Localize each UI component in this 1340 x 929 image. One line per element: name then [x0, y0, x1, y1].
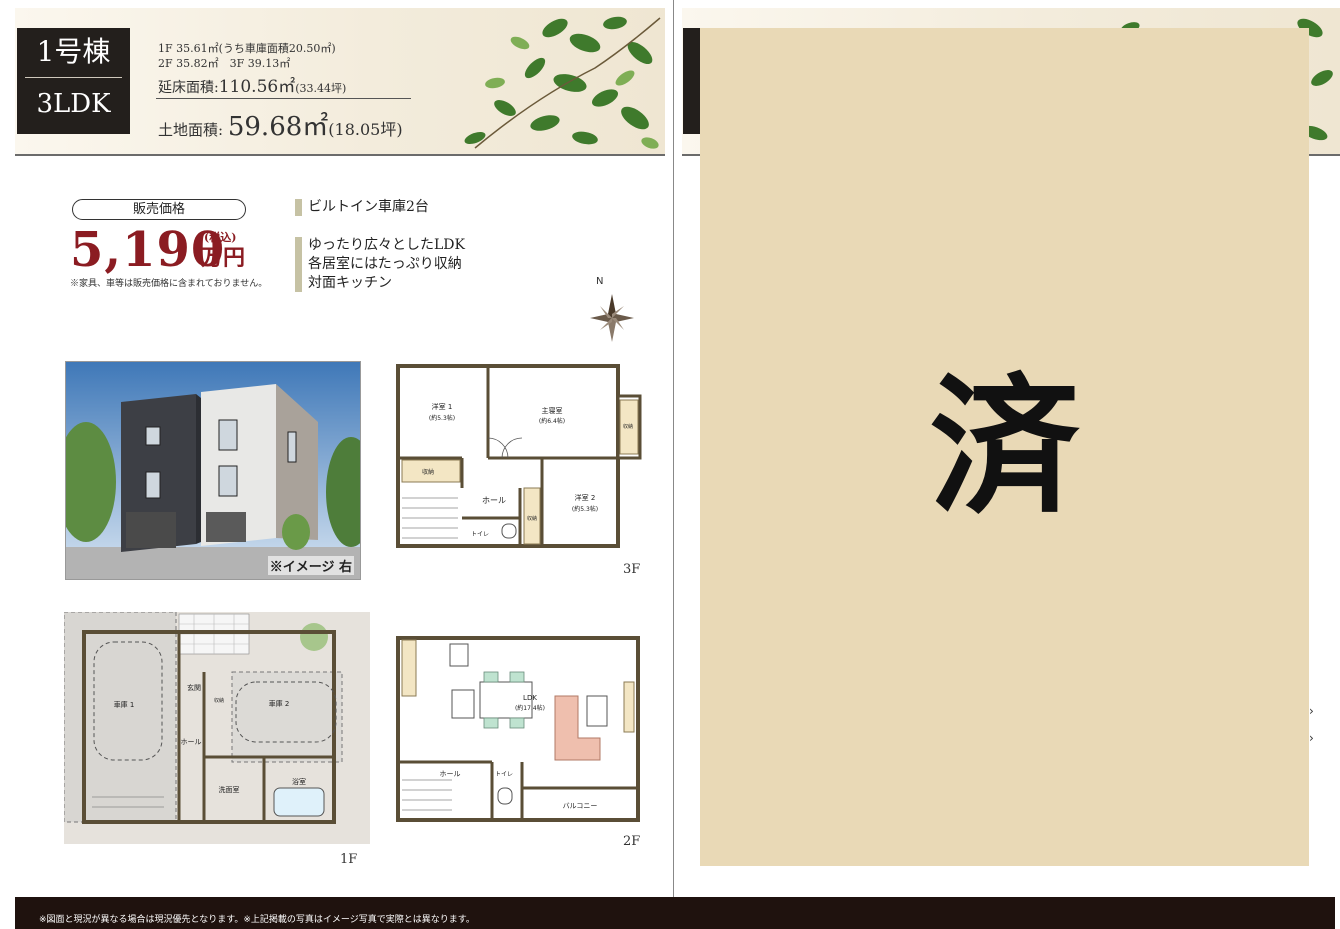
land-value: 59.68㎡ — [227, 112, 329, 142]
feature-garage: ビルトイン車庫2台 — [295, 198, 429, 217]
price-unit: 万円 — [201, 245, 246, 271]
feature-line-3: 対面キッチン — [308, 275, 392, 291]
land-tsubo: (18.05坪) — [328, 120, 403, 139]
room-3f-hall: ホール — [482, 496, 506, 505]
page-divider — [673, 0, 674, 900]
chevron-right-icon: › — [1309, 731, 1314, 745]
room-3f-toilet: トイレ — [471, 531, 489, 538]
room-1f-shoe: 収納 — [214, 697, 224, 704]
room-1f-garage2: 車庫 2 — [269, 699, 290, 708]
unit-badge: 1号棟 3LDK — [17, 28, 130, 134]
spec-divider — [156, 98, 411, 99]
room-3f-western2-size: (約5.3帖) — [572, 505, 598, 513]
chevron-right-icon: › — [1309, 704, 1314, 718]
floor-areas-line2: 2F 35.82㎡ 3F 39.13㎡ — [158, 57, 291, 70]
floor-plan-1f: 車庫 1 車庫 2 玄関 収納 ホール 洗面室 浴室 — [64, 612, 370, 844]
room-2f-hall: ホール — [440, 770, 461, 778]
floor-label-1f: 1F — [340, 852, 358, 867]
room-2f-toilet: トイレ — [495, 771, 513, 778]
floor-label-3f: 3F — [623, 562, 641, 577]
room-1f-bath: 浴室 — [292, 777, 306, 786]
room-3f-closet2: 収納 — [527, 515, 537, 522]
room-3f-master-size: (約6.4帖) — [539, 417, 565, 425]
left-page: 1号棟 3LDK 1F 35.61㎡(うち車庫面積20.50㎡) 2F 35.8… — [0, 0, 670, 929]
room-3f-western1: 洋室 1 — [432, 402, 453, 411]
footer-note: ※図面と現況が異なる場合は現況優先となります。※上記掲載の写真はイメージ写真で実… — [39, 915, 475, 925]
floor-plan-2f: LDK (約17.4帖) ホール トイレ バルコニー — [396, 636, 640, 822]
floor-plan-3f: 洋室 1 (約5.3帖) 主寝室 (約6.4帖) 収納 収納 収納 ホール 洋室… — [396, 364, 642, 548]
price-note: ※家具、車等は販売価格に含まれておりません。 — [70, 279, 268, 289]
floor-areas-line1: 1F 35.61㎡(うち車庫面積20.50㎡) — [158, 42, 336, 55]
exterior-photo: ※イメージ 右 — [65, 361, 361, 580]
feature-line-1: ゆったり広々としたLDK — [308, 237, 465, 253]
total-floor-area: 延床面積:110.56㎡(33.44坪) — [158, 72, 346, 97]
photo-caption: ※イメージ 右 — [267, 556, 354, 575]
room-3f-western1-size: (約5.3帖) — [429, 414, 455, 422]
leaf-decoration — [464, 16, 661, 149]
room-1f-hall: ホール — [181, 738, 202, 746]
header-band: 1号棟 3LDK 1F 35.61㎡(うち車庫面積20.50㎡) 2F 35.8… — [15, 8, 665, 156]
room-1f-entrance: 玄関 — [187, 683, 201, 692]
land-area: 土地面積: 59.68㎡(18.05坪) — [158, 106, 403, 143]
sold-overlay: 済 — [700, 28, 1309, 866]
total-floor-label: 延床面積: — [158, 80, 219, 96]
land-label: 土地面積: — [158, 121, 224, 139]
total-floor-value: 110.56㎡ — [218, 77, 296, 97]
room-3f-master: 主寝室 — [542, 406, 563, 415]
compass-letter: N — [596, 276, 603, 287]
price-label: 販売価格 — [72, 199, 246, 220]
compass-icon: N — [590, 276, 634, 342]
room-2f-ldk: LDK — [523, 694, 537, 702]
room-2f-ldk-size: (約17.4帖) — [515, 704, 545, 712]
feature-list: ゆったり広々としたLDK 各居室にはたっぷり収納 対面キッチン — [295, 236, 465, 293]
unit-layout-type: 3LDK — [36, 89, 111, 119]
unit-name: 1号棟 — [25, 28, 122, 78]
sold-mark: 済 — [929, 361, 1080, 535]
room-1f-washroom: 洗面室 — [219, 785, 240, 794]
room-2f-balcony: バルコニー — [563, 802, 598, 810]
room-3f-western2: 洋室 2 — [575, 493, 596, 502]
room-3f-closet3: 収納 — [623, 423, 633, 430]
exterior-illustration — [66, 362, 360, 579]
room-3f-closet: 収納 — [422, 468, 434, 476]
feature-line-2: 各居室にはたっぷり収納 — [308, 256, 462, 272]
room-1f-garage1: 車庫 1 — [114, 700, 135, 709]
total-floor-tsubo: (33.44坪) — [295, 82, 347, 95]
floor-label-2f: 2F — [623, 834, 641, 849]
